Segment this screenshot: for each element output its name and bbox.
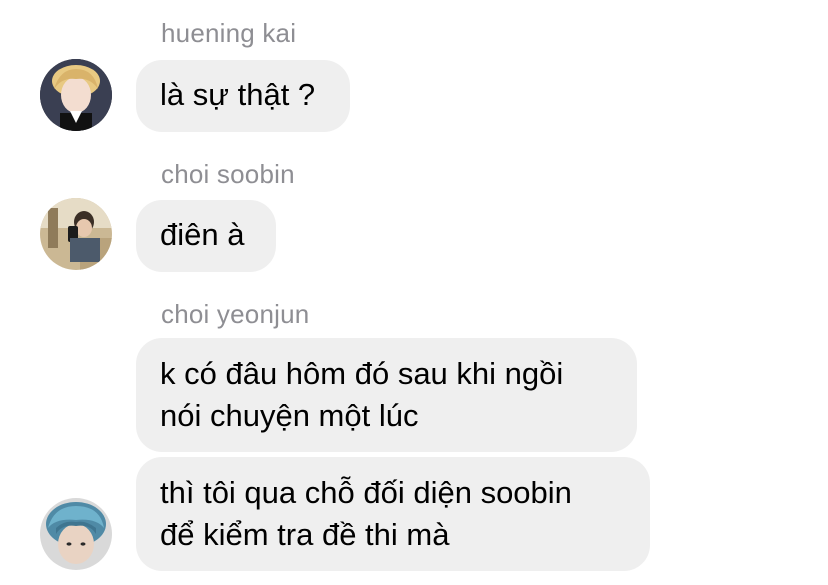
user-avatar-blond-hair-icon[interactable] bbox=[40, 59, 112, 131]
user-avatar-mirror-selfie-icon[interactable] bbox=[40, 198, 112, 270]
user-avatar-blue-hair-icon[interactable] bbox=[40, 498, 112, 570]
message-text: nói chuyện một lúc bbox=[160, 398, 419, 433]
chat-thread: huening kai là sự thật ? choi soobin điê bbox=[0, 0, 828, 585]
sender-name: choi yeonjun bbox=[161, 299, 310, 329]
message-bubble[interactable]: điên à bbox=[136, 200, 276, 272]
message-bubble[interactable]: là sự thật ? bbox=[136, 60, 350, 132]
message-text: điên à bbox=[160, 217, 245, 252]
sender-name: huening kai bbox=[161, 18, 297, 48]
message-text: k có đâu hôm đó sau khi ngồi bbox=[160, 356, 564, 391]
message-text: là sự thật ? bbox=[160, 77, 316, 112]
message-text: thì tôi qua chỗ đối diện soobin bbox=[160, 475, 572, 510]
message-bubble[interactable]: thì tôi qua chỗ đối diện soobin để kiểm … bbox=[136, 457, 650, 571]
sender-name: choi soobin bbox=[161, 159, 295, 189]
message-text: để kiểm tra đề thi mà bbox=[160, 517, 450, 552]
message-bubble[interactable]: k có đâu hôm đó sau khi ngồi nói chuyện … bbox=[136, 338, 637, 452]
